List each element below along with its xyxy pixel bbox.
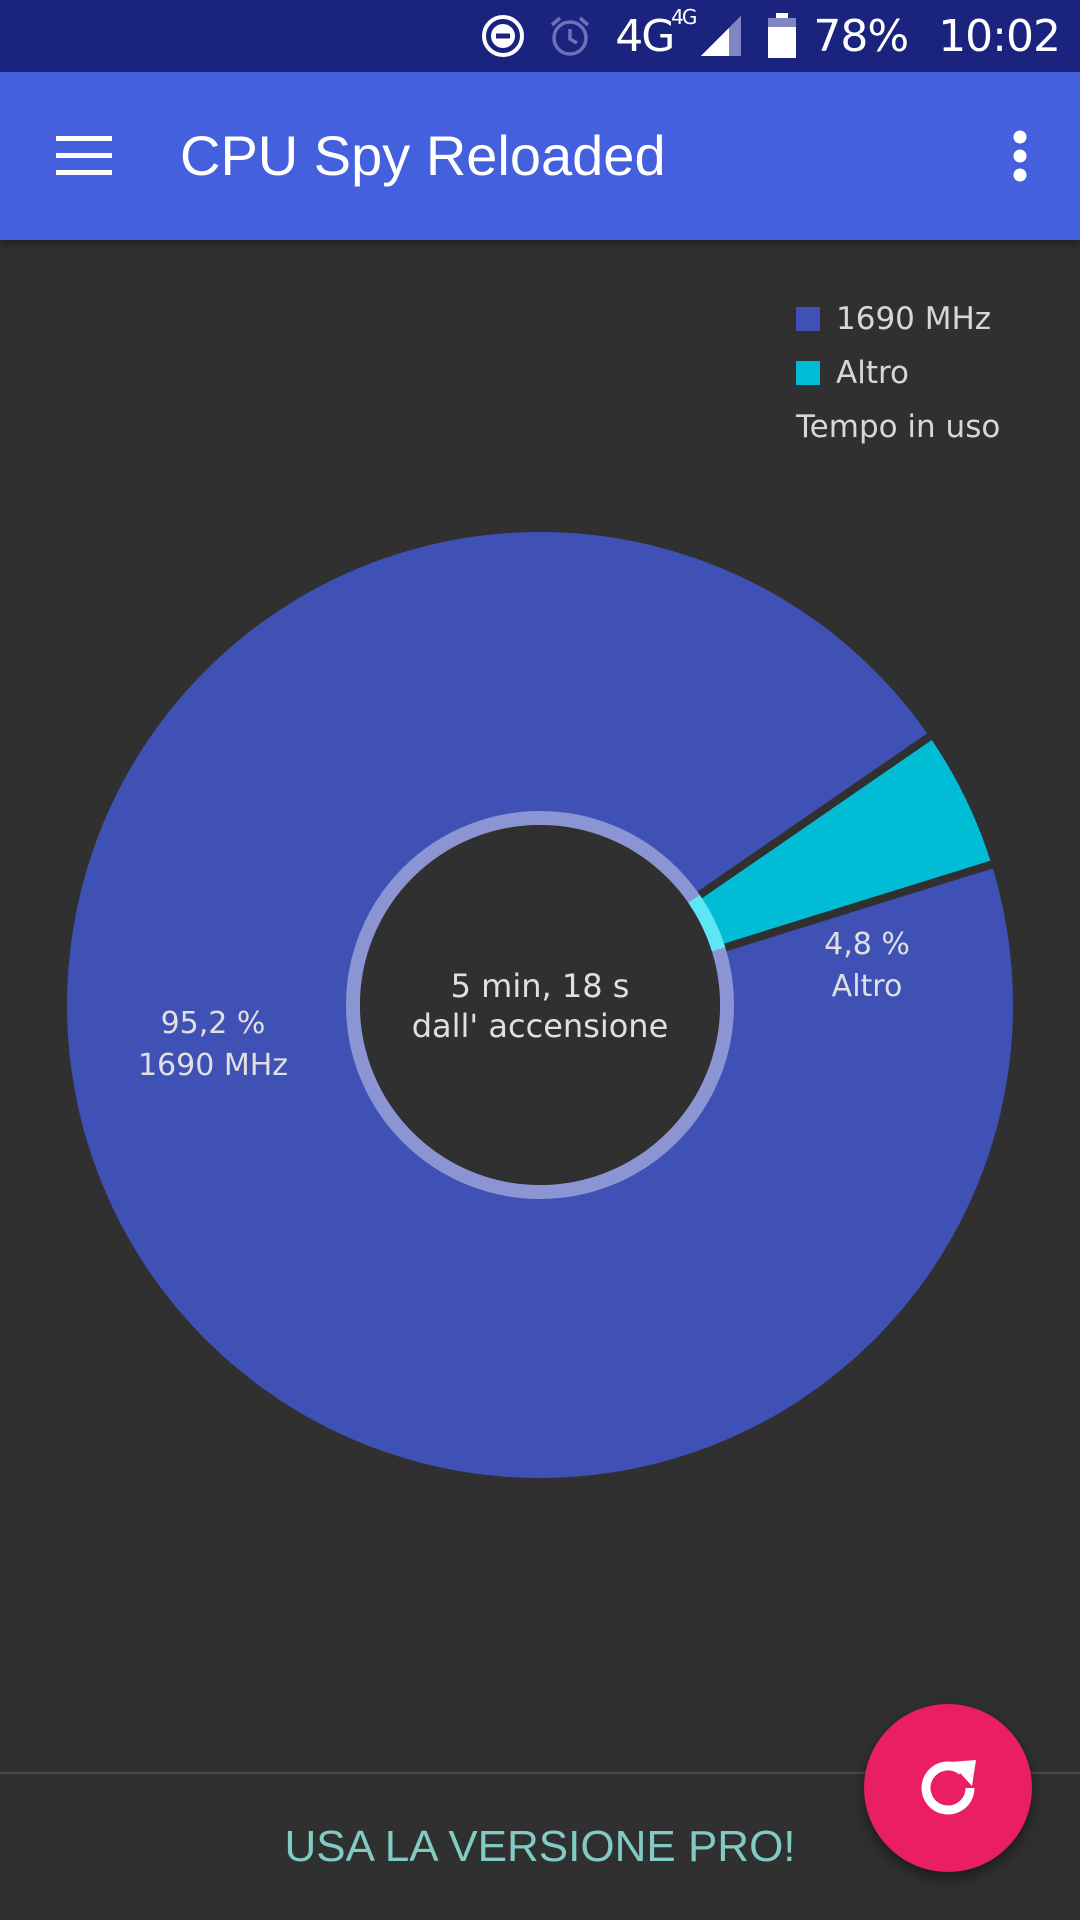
- status-bar: 4G 4G 78% 10:02: [0, 0, 1080, 72]
- clock: 10:02: [938, 10, 1061, 62]
- donut-chart-svg: 5 min, 18 sdall' accensione 95,2 % 1690 MH…: [59, 524, 1021, 1486]
- slice-label-name: 1690 MHz: [138, 1048, 288, 1083]
- refresh-icon: [921, 1760, 976, 1815]
- battery-icon: [767, 13, 797, 59]
- legend-swatch: [796, 361, 820, 385]
- legend-label: 1690 MHz: [836, 301, 992, 337]
- network-type: 4G 4G: [615, 4, 697, 62]
- donut-chart: 5 min, 18 s dall' accensione 95,2 % 1690 MH…: [0, 440, 1080, 1570]
- overflow-icon: [1013, 130, 1027, 182]
- slice-label-name: Altro: [832, 969, 903, 1004]
- slice-label-percent: 4,8 %: [824, 927, 910, 962]
- alarm-icon: [547, 13, 593, 59]
- center-text-line2: dall' accensione: [412, 1007, 669, 1045]
- screen: 4G 4G 78% 10:02 CPU Spy Reloaded 1690 MH…: [0, 0, 1080, 1920]
- battery-percent: 78%: [813, 10, 909, 62]
- center-text-line1: 5 min, 18 s: [451, 967, 630, 1005]
- legend-item: Altro: [796, 346, 1066, 400]
- dnd-icon: [481, 14, 525, 58]
- menu-button[interactable]: [34, 108, 134, 204]
- legend-label: Altro: [836, 355, 910, 391]
- refresh-button[interactable]: [864, 1704, 1032, 1872]
- overflow-menu-button[interactable]: [980, 108, 1060, 204]
- menu-icon: [56, 136, 112, 175]
- legend-swatch: [796, 307, 820, 331]
- legend-item: 1690 MHz: [796, 292, 1066, 346]
- app-bar: CPU Spy Reloaded: [0, 72, 1080, 240]
- donut-hole: [360, 825, 720, 1185]
- signal-icon: [699, 14, 743, 58]
- app-title: CPU Spy Reloaded: [180, 124, 666, 187]
- slice-label-percent: 95,2 %: [161, 1006, 266, 1041]
- chart-legend: 1690 MHz Altro Tempo in uso: [796, 292, 1066, 454]
